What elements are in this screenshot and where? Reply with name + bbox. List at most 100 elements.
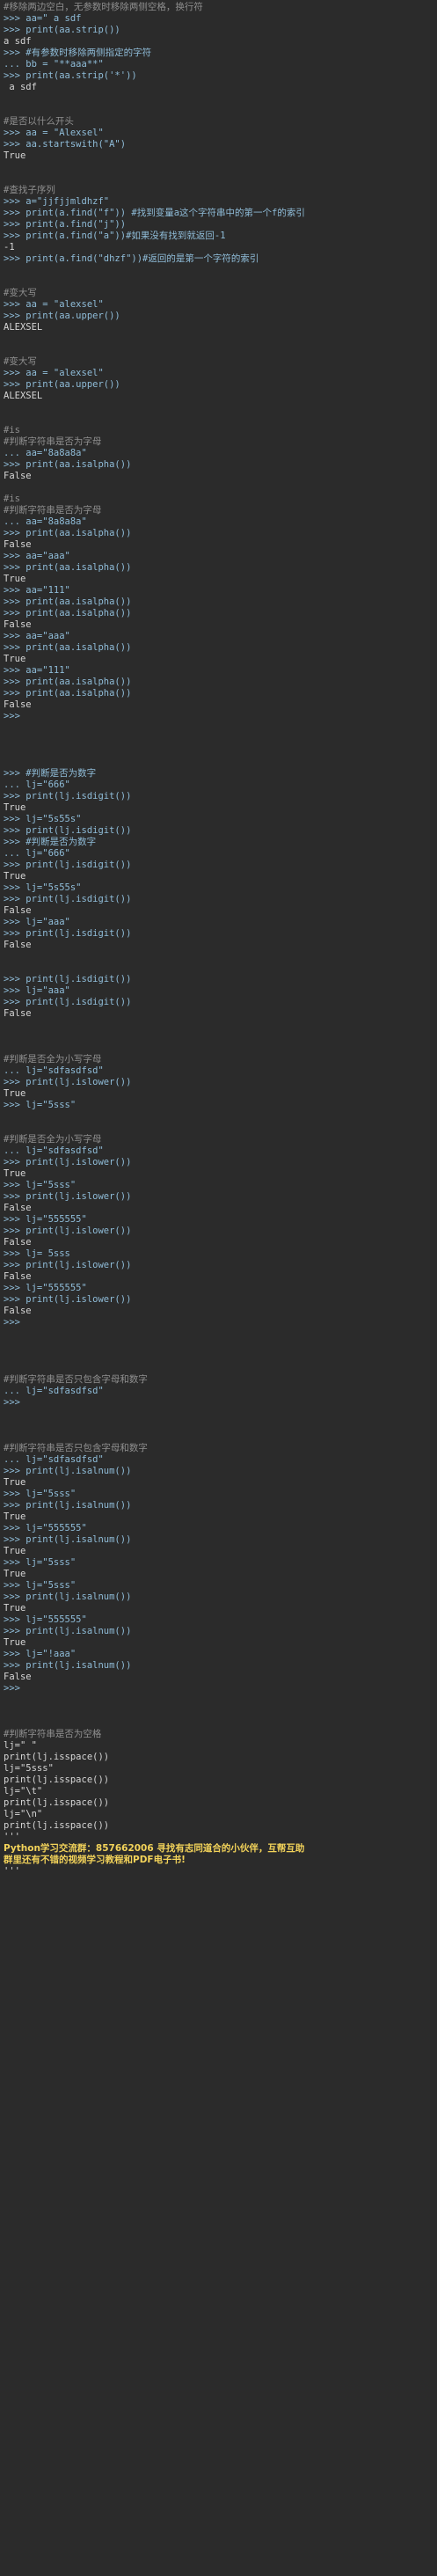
console-line: #is	[4, 494, 20, 504]
console-line: False	[4, 940, 32, 950]
console-line: >>> print(lj.islower())	[4, 1226, 132, 1236]
console-line: lj=" "	[4, 1740, 37, 1751]
console-line: ... lj="sdfasdfsd"	[4, 1145, 104, 1156]
console-line: >>> print(lj.islower())	[4, 1077, 132, 1087]
console-line: ... lj="sdfasdfsd"	[4, 1454, 104, 1465]
console-line: ALEXSEL	[4, 391, 43, 401]
console-line: #判断字符串是否只包含字母和数字	[4, 1443, 148, 1453]
console-line: True	[4, 1477, 26, 1488]
console-line: >>> lj="5sss"	[4, 1489, 76, 1499]
console-line: >>> lj= 5sss	[4, 1248, 70, 1259]
console-line: >>> print(lj.isalnum())	[4, 1592, 132, 1602]
console-line: >>> lj="aaa"	[4, 917, 70, 927]
console-line: >>> print(lj.islower())	[4, 1294, 132, 1305]
console-line: >>> aa = "Alexsel"	[4, 128, 104, 138]
console-line: Python学习交流群：857662006 寻找有志同道合的小伙伴，互帮互助	[4, 1843, 305, 1854]
console-line: >>> lj="5sss"	[4, 1580, 76, 1591]
console-line: >>> lj="aaa"	[4, 985, 70, 996]
console-line: >>> lj="555555"	[4, 1523, 87, 1533]
console-line: print(lj.isspace())	[4, 1797, 110, 1808]
console-line: #判断字符串是否只包含字母和数字	[4, 1374, 148, 1385]
console-line: >>> aa="111"	[4, 585, 70, 596]
console-line: ... lj="sdfasdfsd"	[4, 1386, 104, 1396]
console-line: >>> lj="!aaa"	[4, 1649, 76, 1659]
console-line: >>> #有参数时移除两侧指定的字符	[4, 48, 152, 58]
console-line: True	[4, 1546, 26, 1556]
console-line: True	[4, 1168, 26, 1179]
console-line: >>> a="jjfjjmldhzf"	[4, 196, 110, 207]
console-line: #判断是否全为小写字母	[4, 1134, 102, 1145]
console-line: True	[4, 574, 26, 584]
console-line: ... lj="666"	[4, 779, 70, 790]
console-line: #变大写	[4, 288, 37, 298]
console-line: #判断是否全为小写字母	[4, 1054, 102, 1065]
console-line: >>> lj="5sss"	[4, 1100, 76, 1110]
console-line: >>> lj="5s55s"	[4, 882, 82, 893]
console-line: lj="\n"	[4, 1809, 43, 1819]
console-line: ALEXSEL	[4, 322, 43, 333]
console-line: >>> aa = "alexsel"	[4, 368, 104, 378]
console-line: >>> print(aa.isalpha())	[4, 528, 132, 538]
console-line: True	[4, 1637, 26, 1648]
console-line: ... lj="sdfasdfsd"	[4, 1065, 104, 1076]
console-line: lj="5sss"	[4, 1763, 54, 1774]
console-line: >>> print(lj.isalnum())	[4, 1466, 132, 1476]
console-line: #是否以什么开头	[4, 116, 74, 127]
console-line: >>> print(lj.isalnum())	[4, 1626, 132, 1636]
console-line: >>> print(a.find("j"))	[4, 219, 127, 230]
console-line: >>> aa="aaa"	[4, 551, 70, 561]
console-line: False	[4, 1306, 32, 1316]
console-line: False	[4, 699, 32, 710]
console-line: a sdf	[4, 82, 37, 92]
console-line: ... bb = "**aaa**"	[4, 59, 104, 70]
console-line: print(lj.isspace())	[4, 1775, 110, 1785]
console-line: >>> print(a.find("dhzf"))#返回的是第一个字符的索引	[4, 253, 259, 264]
console-line: >>> print(lj.isdigit())	[4, 791, 132, 801]
console-line: >>> print(a.find("f")) #找到变量a这个字符串中的第一个f…	[4, 208, 305, 218]
console-line: >>> print(lj.isalnum())	[4, 1534, 132, 1545]
console-line: #查找子序列	[4, 185, 55, 195]
console-line: >>> lj="5s55s"	[4, 814, 82, 824]
python-console-output: #移除两边空白，无参数时移除两侧空格，换行符 >>> aa=" a sdf >>> …	[0, 0, 437, 1879]
console-line: >>> print(lj.isdigit())	[4, 860, 132, 870]
console-line: >>> print(lj.isdigit())	[4, 997, 132, 1007]
console-line: True	[4, 654, 26, 664]
console-line: >>>	[4, 1683, 20, 1694]
console-line: >>>	[4, 1317, 20, 1328]
console-line: >>> aa.startswith("A")	[4, 139, 127, 150]
console-line: ... aa="8a8a8a"	[4, 516, 87, 527]
console-line: a sdf	[4, 36, 32, 47]
console-line: >>> print(aa.isalpha())	[4, 642, 132, 653]
console-line: True	[4, 871, 26, 882]
console-line: False	[4, 1237, 32, 1248]
console-line: >>> print(aa.isalpha())	[4, 459, 132, 470]
console-line: False	[4, 619, 32, 630]
console-line: -1	[4, 242, 15, 252]
console-line: '''	[4, 1832, 20, 1842]
